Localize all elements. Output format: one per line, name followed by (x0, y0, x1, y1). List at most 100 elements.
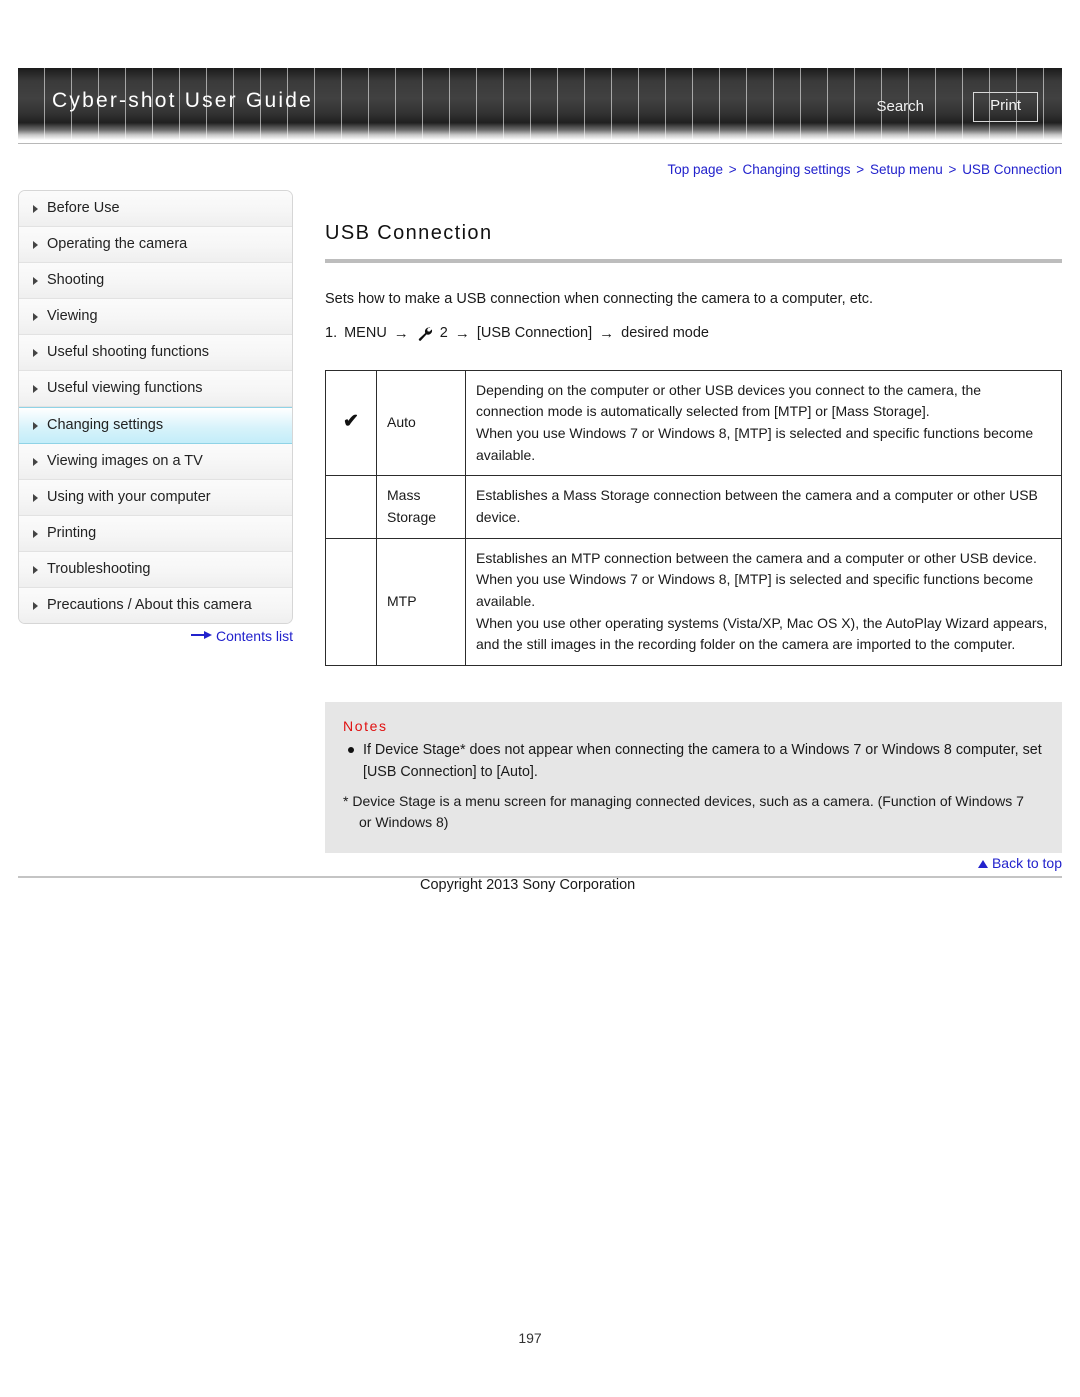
sidebar-item[interactable]: Useful viewing functions (19, 371, 292, 407)
step-icon-number: 2 (439, 325, 448, 342)
sidebar-item-label: Printing (47, 525, 97, 541)
sidebar-item-label: Useful viewing functions (47, 380, 203, 396)
intro-text: Sets how to make a USB connection when c… (325, 291, 874, 307)
triangle-right-icon (33, 457, 38, 466)
step-target: [USB Connection] (476, 325, 593, 342)
mode-name-cell: Mass Storage (376, 475, 466, 539)
table-row: ✔ Auto Depending on the computer or other … (325, 369, 1062, 477)
sidebar-item-label: Before Use (47, 200, 120, 216)
step-number: 1. (325, 325, 338, 342)
breadcrumb-item-changing-settings[interactable]: Changing settings (742, 162, 850, 177)
sidebar-item-label: Precautions / About this camera (47, 597, 252, 613)
note-footnote-continuation: or Windows 8) (359, 813, 449, 830)
breadcrumb: Top page > Changing settings > Setup men… (0, 162, 1062, 177)
usb-connection-modes-table: ✔ Auto Depending on the computer or other … (325, 369, 1062, 667)
page-title: USB Connection (325, 222, 493, 244)
triangle-right-icon (33, 240, 38, 249)
triangle-right-icon (33, 565, 38, 574)
description-line: Establishes an MTP connection between th… (476, 549, 1037, 566)
sidebar-item[interactable]: Viewing (19, 299, 292, 335)
sidebar-item[interactable]: Shooting (19, 263, 292, 299)
step-menu-label: MENU (344, 325, 387, 342)
step-result: desired mode (621, 325, 709, 342)
triangle-right-icon (33, 276, 38, 285)
sidebar-item-label: Useful shooting functions (47, 344, 210, 360)
print-button[interactable]: Print (973, 92, 1038, 122)
copyright-text: Copyright 2013 Sony Corporation (420, 877, 636, 893)
site-header: Cyber-shot User Guide Search Print (18, 68, 1062, 140)
note-item: If Device Stage* does not appear when co… (343, 740, 1044, 783)
triangle-right-icon (33, 204, 38, 213)
mode-description-cell: Depending on the computer or other USB d… (465, 369, 1062, 477)
sidebar-item-label: Viewing (47, 308, 98, 324)
mode-description-cell: Establishes a Mass Storage connection be… (465, 475, 1062, 539)
description-line: Depending on the computer or other USB d… (476, 381, 982, 420)
breadcrumb-item-usb-connection[interactable]: USB Connection (962, 162, 1062, 177)
sidebar-item[interactable]: Changing settings (19, 407, 292, 444)
breadcrumb-separator: > (728, 162, 737, 177)
breadcrumb-separator: > (856, 162, 865, 177)
bullet-dot-icon (348, 747, 354, 754)
mode-name-cell: Auto (376, 369, 466, 477)
checkmark-icon: ✔ (343, 411, 359, 433)
page-title-guide: Cyber-shot User Guide (52, 89, 313, 112)
wrench-icon (416, 325, 433, 342)
check-cell: ✔ (325, 369, 377, 477)
arrow-right-icon (190, 631, 213, 640)
note-footnote-text: * Device Stage is a menu screen for mana… (343, 792, 1024, 809)
triangle-right-icon (33, 312, 38, 321)
contents-list-label: Contents list (215, 628, 293, 644)
table-row: Mass Storage Establishes a Mass Storage c… (325, 475, 1062, 539)
mode-name-cell: MTP (376, 537, 466, 667)
sidebar-item[interactable]: Viewing images on a TV (19, 444, 292, 480)
sidebar-item[interactable]: Precautions / About this camera (19, 588, 292, 623)
mode-description-cell: Establishes an MTP connection between th… (465, 537, 1062, 667)
arrow-glyph: → (599, 324, 615, 342)
header-divider (18, 143, 1062, 144)
check-cell (325, 475, 377, 539)
triangle-right-icon (33, 348, 38, 357)
triangle-up-icon (977, 860, 988, 868)
triangle-right-icon (33, 493, 38, 502)
sidebar-item[interactable]: Troubleshooting (19, 552, 292, 588)
sidebar-item-label: Troubleshooting (47, 561, 151, 577)
search-link[interactable]: Search (876, 98, 924, 115)
description-line: Establishes a Mass Storage connection be… (476, 487, 1038, 525)
triangle-right-icon (33, 529, 38, 538)
description-line: When you use other operating systems (Vi… (476, 614, 1048, 653)
arrow-glyph: → (454, 324, 470, 342)
main-content: USB Connection Sets how to make a USB co… (325, 190, 1062, 853)
note-item-text: If Device Stage* does not appear when co… (363, 742, 1042, 780)
breadcrumb-item-setup-menu[interactable]: Setup menu (870, 162, 943, 177)
sidebar-item[interactable]: Using with your computer (19, 480, 292, 516)
sidebar-item-label: Using with your computer (47, 489, 211, 505)
sidebar-item[interactable]: Before Use (19, 191, 292, 227)
triangle-right-icon (33, 421, 38, 430)
sidebar-item[interactable]: Printing (19, 516, 292, 552)
description-line: When you use Windows 7 or Windows 8, [MT… (476, 571, 1034, 610)
triangle-right-icon (33, 601, 38, 610)
sidebar-item-label: Viewing images on a TV (47, 453, 203, 469)
description-line: When you use Windows 7 or Windows 8, [MT… (476, 424, 1034, 463)
sidebar-item[interactable]: Operating the camera (19, 227, 292, 263)
sidebar-item[interactable]: Useful shooting functions (19, 335, 292, 371)
procedure-step: 1. MENU → 2 → [USB Connection] → desired… (325, 325, 1062, 342)
arrow-glyph: → (393, 324, 409, 342)
triangle-right-icon (33, 384, 38, 393)
sidebar-item-label: Shooting (47, 272, 105, 288)
table-row: MTP Establishes an MTP connection between… (325, 537, 1062, 667)
sidebar-item-label: Operating the camera (47, 236, 188, 252)
breadcrumb-item-top-page[interactable]: Top page (667, 162, 723, 177)
page-number: 197 (518, 1330, 542, 1346)
title-divider (325, 259, 1062, 263)
sidebar-navigation: Before Use Operating the camera Shooting Vi… (18, 190, 293, 624)
notes-box: Notes If Device Stage* does not appear w… (325, 702, 1062, 853)
back-to-top-link[interactable]: Back to top (977, 855, 1062, 871)
check-cell (325, 537, 377, 667)
note-footnote: * Device Stage is a menu screen for mana… (343, 791, 1044, 833)
breadcrumb-separator: > (948, 162, 957, 177)
notes-title: Notes (343, 718, 388, 735)
sidebar-item-label: Changing settings (47, 417, 164, 433)
contents-list-link[interactable]: Contents list (18, 628, 293, 644)
back-to-top-label: Back to top (991, 855, 1062, 871)
